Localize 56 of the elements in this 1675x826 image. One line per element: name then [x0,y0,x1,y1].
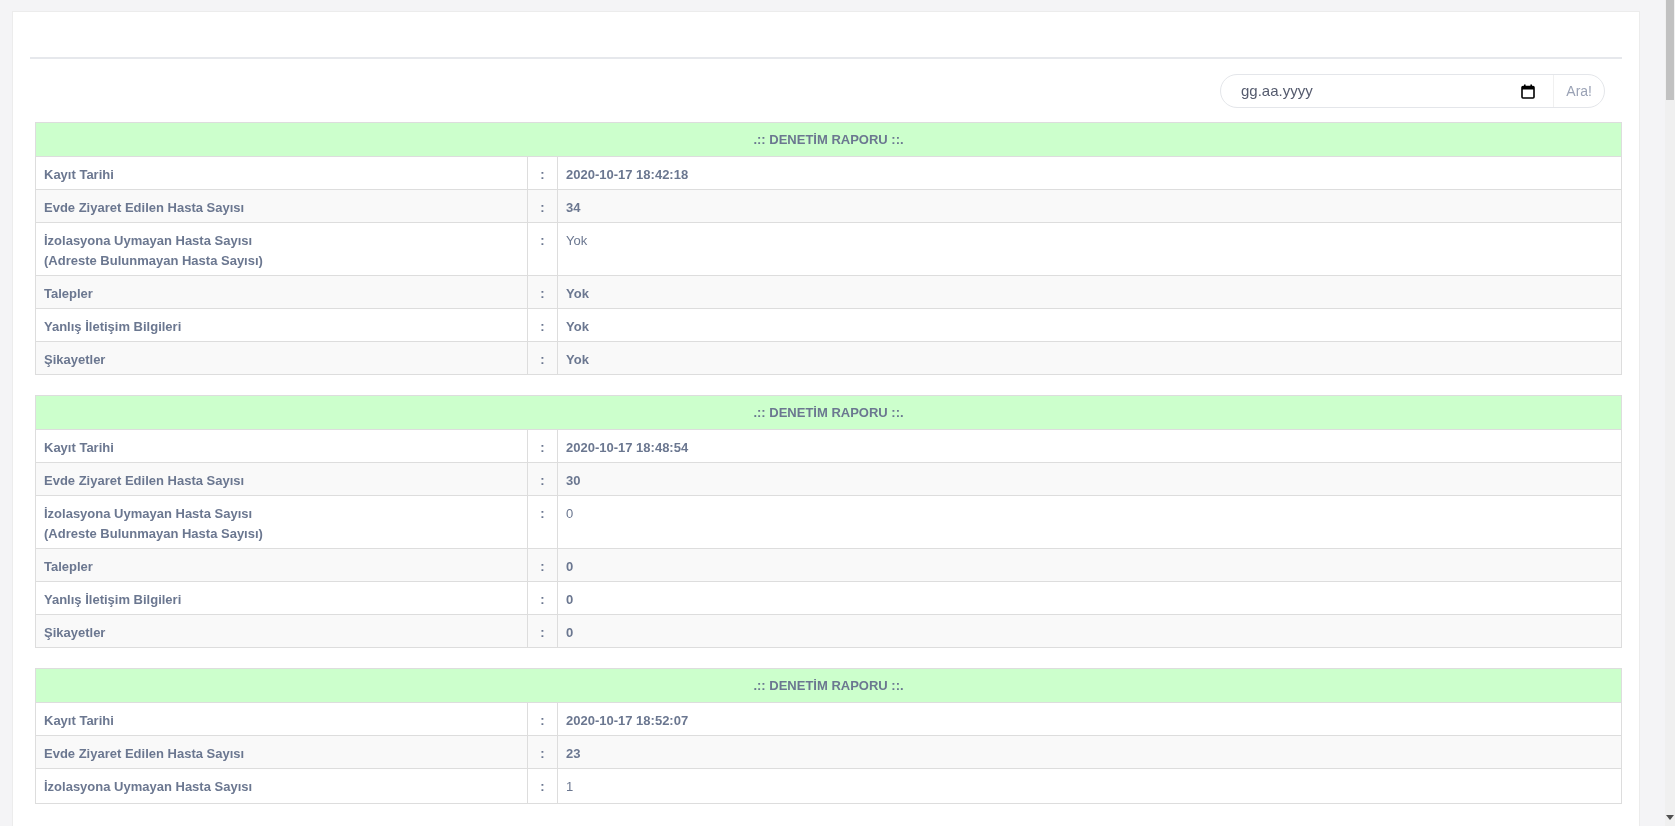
date-input[interactable]: gg.aa.yyyy [1221,79,1522,103]
row-label: Evde Ziyaret Edilen Hasta Sayısı [44,472,245,490]
separator: : [540,746,545,761]
separator: : [540,233,545,248]
search-button[interactable]: Ara! [1553,75,1604,107]
separator: : [540,779,545,794]
separator: : [540,506,545,521]
row-value: Yok [566,352,589,367]
row-label: Evde Ziyaret Edilen Hasta Sayısı [44,745,245,763]
row-sublabel: (Adreste Bulunmayan Hasta Sayısı) [44,524,263,543]
row-label: Yanlış İletişim Bilgileri [44,318,182,336]
row-label: Kayıt Tarihi [44,712,114,730]
separator: : [540,286,545,301]
row-sublabel: (Adreste Bulunmayan Hasta Sayısı) [44,251,263,270]
separator: : [540,352,545,367]
separator: : [540,559,545,574]
separator: : [540,473,545,488]
row-value: 34 [566,200,581,215]
row-label: Talepler [44,558,93,576]
row-value: 0 [566,592,574,607]
row-label: Kayıt Tarihi [44,166,114,184]
row-value: 1 [566,779,574,794]
row-value: 0 [566,506,574,521]
row-label: İzolasyona Uymayan Hasta Sayısı [44,778,253,796]
report-title: .:: DENETİM RAPORU ::. [753,677,904,693]
row-value: 2020-10-17 18:48:54 [566,440,689,455]
row-value: 23 [566,746,581,761]
row-label: Yanlış İletişim Bilgileri [44,591,182,609]
report-title: .:: DENETİM RAPORU ::. [753,404,904,420]
row-label: Evde Ziyaret Edilen Hasta Sayısı [44,199,245,217]
row-value: Yok [566,233,588,248]
separator: : [540,440,545,455]
down-arrow-icon[interactable] [1666,815,1674,820]
row-label: Şikayetler [44,624,106,642]
scrollbar-thumb[interactable] [1666,0,1674,100]
row-label: Kayıt Tarihi [44,439,114,457]
row-label: İzolasyona Uymayan Hasta Sayısı [44,505,253,523]
separator: : [540,592,545,607]
separator: : [540,200,545,215]
separator: : [540,625,545,640]
separator: : [540,167,545,182]
scrollbar[interactable] [1665,0,1675,826]
report-title: .:: DENETİM RAPORU ::. [753,131,904,147]
row-value: 2020-10-17 18:42:18 [566,167,689,182]
row-value: Yok [566,319,589,334]
row-label: İzolasyona Uymayan Hasta Sayısı [44,232,253,250]
row-value: 0 [566,625,574,640]
row-value: 0 [566,559,574,574]
row-label: Talepler [44,285,93,303]
separator: : [540,319,545,334]
row-value: 30 [566,473,581,488]
calendar-icon [1521,83,1536,99]
row-value: Yok [566,286,589,301]
separator: : [540,713,545,728]
row-label: Şikayetler [44,351,106,369]
row-value: 2020-10-17 18:52:07 [566,713,689,728]
